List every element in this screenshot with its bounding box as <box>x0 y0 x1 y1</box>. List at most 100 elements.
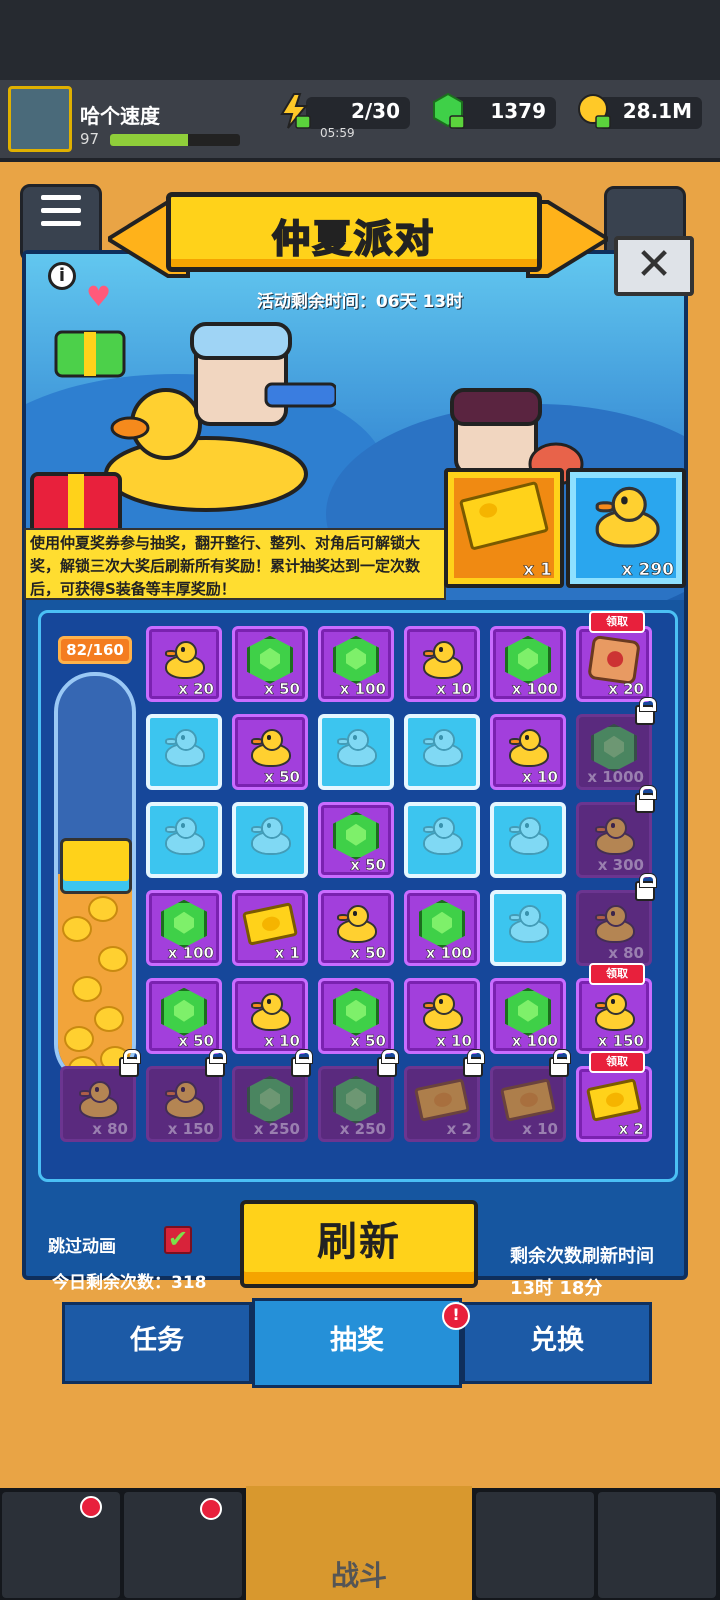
cell-count: x 100 <box>339 680 387 699</box>
grid-cell[interactable]: x 1000 <box>576 698 656 790</box>
duck-icon <box>247 992 293 1031</box>
grid-cell[interactable]: x 10 <box>404 978 480 1054</box>
duck-icon <box>591 904 637 943</box>
lock-icon <box>635 698 656 725</box>
grid-cell[interactable]: x 100 <box>490 978 566 1054</box>
cell-count: x 1000 <box>587 768 644 786</box>
grid-cell[interactable]: x 150 领取 <box>576 963 652 1054</box>
claim-button[interactable]: 领取 <box>589 1051 645 1073</box>
refresh-info-label: 剩余次数刷新时间 <box>510 1246 654 1267</box>
cell-count: x 10 <box>436 1032 472 1051</box>
info-icon[interactable]: i <box>48 262 76 290</box>
gem-icon <box>505 987 551 1036</box>
gold-counter: 28.1M <box>598 97 702 129</box>
ticket-currency[interactable]: x 1 <box>444 468 564 588</box>
cell-count: x 50 <box>264 680 300 699</box>
grid-cell[interactable]: x 20 <box>146 626 222 702</box>
grid-cell[interactable] <box>490 890 566 966</box>
cell-count: x 250 <box>339 1120 386 1138</box>
duck-currency[interactable]: x 290 <box>566 468 686 588</box>
prize-grid: x 20 x 50 x 100 x 10 x 100 x 20 领取 x 50 x 10 x 10… <box>44 611 664 1166</box>
grid-cell[interactable]: x 100 <box>490 626 566 702</box>
grid-cell[interactable] <box>146 802 222 878</box>
grid-cell[interactable] <box>404 714 480 790</box>
grid-cell[interactable] <box>318 714 394 790</box>
cell-count: x 300 <box>597 856 644 874</box>
nav-talent[interactable] <box>476 1492 594 1598</box>
cell-count: x 20 <box>178 680 214 699</box>
grid-cell[interactable]: x 100 <box>146 890 222 966</box>
grid-cell[interactable] <box>146 714 222 790</box>
cell-count: x 20 <box>608 680 644 699</box>
grid-cell[interactable]: x 10 <box>490 714 566 790</box>
grid-cell[interactable]: x 300 <box>576 786 656 878</box>
grid-cell[interactable] <box>404 802 480 878</box>
gem-icon <box>419 899 465 948</box>
grid-cell[interactable]: x 10 <box>490 1050 570 1142</box>
grid-cell[interactable]: x 50 <box>146 978 222 1054</box>
cell-count: x 250 <box>253 1120 300 1138</box>
refresh-info-time: 13时 18分 <box>510 1278 603 1299</box>
gem-icon <box>161 899 207 948</box>
grid-cell[interactable]: x 150 <box>146 1050 226 1142</box>
duck-icon <box>591 816 637 855</box>
duck-icon <box>333 904 379 943</box>
grid-cell[interactable]: x 250 <box>318 1050 398 1142</box>
energy-icon[interactable] <box>276 92 312 130</box>
grid-cell[interactable]: x 2 <box>404 1050 484 1142</box>
grid-cell[interactable]: x 80 <box>576 874 656 966</box>
gem-icon <box>333 635 379 684</box>
tab-lottery[interactable]: 抽奖 <box>252 1298 462 1388</box>
heart-icon: ♥ <box>86 280 112 313</box>
tab-exchange[interactable]: 兑换 <box>462 1302 652 1384</box>
lock-icon <box>635 874 656 901</box>
event-title: 仲夏派对 <box>271 216 436 262</box>
cell-count: x 50 <box>264 768 300 787</box>
ticket-icon <box>458 481 550 551</box>
grid-cell[interactable]: x 50 <box>318 802 394 878</box>
duck-icon <box>505 728 551 767</box>
gem-icon <box>247 635 293 684</box>
nav-evolve[interactable] <box>598 1492 716 1598</box>
avatar[interactable] <box>8 86 72 152</box>
grid-cell[interactable]: x 100 <box>404 890 480 966</box>
grid-cell[interactable]: x 20 领取 <box>576 611 652 702</box>
cell-count: x 80 <box>608 944 644 962</box>
grid-cell[interactable]: x 10 <box>404 626 480 702</box>
grid-cell[interactable]: x 50 <box>232 714 308 790</box>
cell-count: x 50 <box>178 1032 214 1051</box>
grid-cell[interactable]: x 80 <box>60 1050 140 1142</box>
claim-button[interactable]: 领取 <box>589 963 645 985</box>
grid-cell[interactable]: x 100 <box>318 626 394 702</box>
grid-cell[interactable]: x 50 <box>318 890 394 966</box>
grid-cell[interactable]: x 250 <box>232 1050 312 1142</box>
lock-icon <box>635 786 656 813</box>
ticket-icon <box>414 1077 470 1122</box>
duck-icon <box>591 992 637 1031</box>
skip-animation-checkbox[interactable]: ✔ <box>164 1226 192 1254</box>
grid-cell[interactable]: x 2 领取 <box>576 1051 652 1142</box>
gold-plus-icon[interactable] <box>576 92 612 130</box>
tab-tasks[interactable]: 任务 <box>62 1302 252 1384</box>
nav-shop[interactable] <box>2 1492 120 1598</box>
grid-cell[interactable]: x 50 <box>318 978 394 1054</box>
duck-icon <box>333 728 379 767</box>
close-button[interactable]: ✕ <box>614 236 694 296</box>
gem-plus-icon[interactable] <box>430 92 466 130</box>
claim-button[interactable]: 领取 <box>589 611 645 633</box>
player-level: 97 <box>80 130 100 148</box>
nav-equipment[interactable] <box>124 1492 242 1598</box>
grid-cell[interactable] <box>232 802 308 878</box>
refresh-button[interactable]: 刷新 <box>240 1200 478 1288</box>
grid-cell[interactable] <box>490 802 566 878</box>
player-name: 哈个速度 <box>80 104 160 128</box>
grid-cell[interactable]: x 1 <box>232 890 308 966</box>
lock-icon <box>377 1050 398 1077</box>
duck-icon <box>589 487 663 548</box>
gift-green-icon <box>54 330 126 378</box>
gem-icon <box>505 635 551 684</box>
grid-cell[interactable]: x 10 <box>232 978 308 1054</box>
duck-icon <box>75 1080 121 1119</box>
grid-cell[interactable]: x 50 <box>232 626 308 702</box>
cell-count: x 10 <box>264 1032 300 1051</box>
